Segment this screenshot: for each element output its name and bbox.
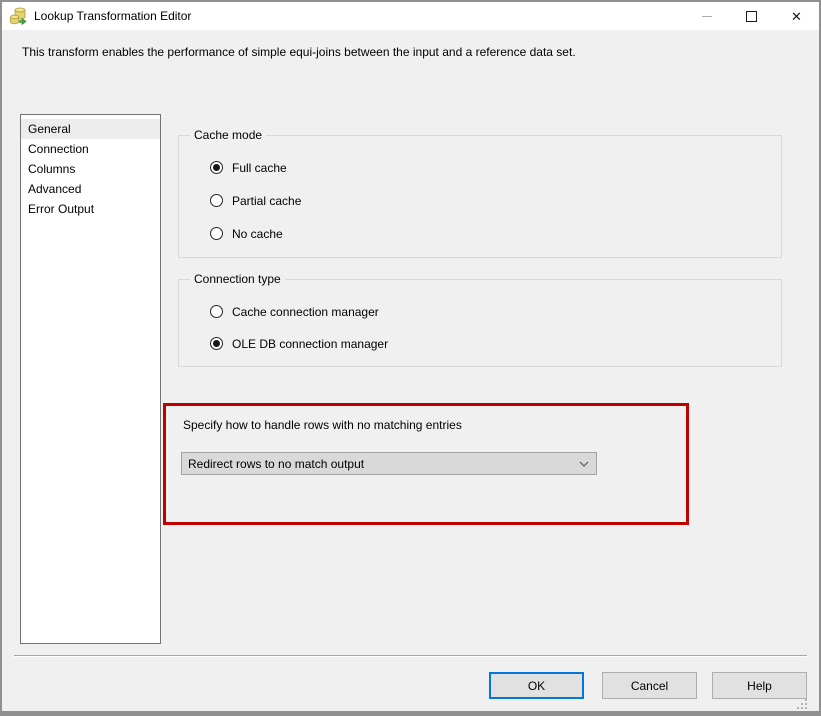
no-match-label: Specify how to handle rows with no match… [183,418,462,432]
sidebar-item-connection[interactable]: Connection [21,139,160,159]
chevron-down-icon [572,461,596,467]
radio-button-icon [210,161,223,174]
radio-no-cache[interactable]: No cache [210,226,283,241]
no-match-dropdown-value: Redirect rows to no match output [182,457,572,471]
radio-oledb-connection-manager[interactable]: OLE DB connection manager [210,336,388,351]
no-match-dropdown[interactable]: Redirect rows to no match output [181,452,597,475]
connection-type-group-title: Connection type [190,272,285,286]
radio-button-icon [210,305,223,318]
radio-label: OLE DB connection manager [232,337,388,351]
sidebar-item-columns[interactable]: Columns [21,159,160,179]
radio-label: No cache [232,227,283,241]
connection-type-group: Connection type Cache connection manager… [178,279,782,367]
radio-button-icon [210,194,223,207]
close-icon: ✕ [791,10,802,23]
page-list: General Connection Columns Advanced Erro… [20,114,161,644]
window-title: Lookup Transformation Editor [34,9,191,23]
resize-grip[interactable] [796,698,808,710]
lookup-transformation-editor-dialog: Lookup Transformation Editor ✕ This tran… [0,0,821,716]
cache-mode-group: Cache mode Full cache Partial cache No c… [178,135,782,258]
database-transform-icon [9,7,27,25]
radio-button-icon [210,227,223,240]
window-controls: ✕ [684,2,819,30]
footer-separator [14,655,807,657]
cancel-button[interactable]: Cancel [602,672,697,699]
cache-mode-group-title: Cache mode [190,128,266,142]
minimize-button[interactable] [684,2,729,30]
maximize-button[interactable] [729,2,774,30]
radio-label: Full cache [232,161,287,175]
sidebar-item-advanced[interactable]: Advanced [21,179,160,199]
ok-button[interactable]: OK [489,672,584,699]
radio-cache-connection-manager[interactable]: Cache connection manager [210,304,379,319]
radio-button-icon [210,337,223,350]
sidebar-item-general[interactable]: General [21,119,160,139]
help-button[interactable]: Help [712,672,807,699]
titlebar[interactable]: Lookup Transformation Editor ✕ [2,2,819,30]
radio-full-cache[interactable]: Full cache [210,160,287,175]
radio-label: Partial cache [232,194,301,208]
dialog-description: This transform enables the performance o… [22,45,576,59]
maximize-icon [746,11,757,22]
radio-label: Cache connection manager [232,305,379,319]
sidebar-item-error-output[interactable]: Error Output [21,199,160,219]
close-button[interactable]: ✕ [774,2,819,30]
minimize-icon [702,16,712,17]
radio-partial-cache[interactable]: Partial cache [210,193,301,208]
